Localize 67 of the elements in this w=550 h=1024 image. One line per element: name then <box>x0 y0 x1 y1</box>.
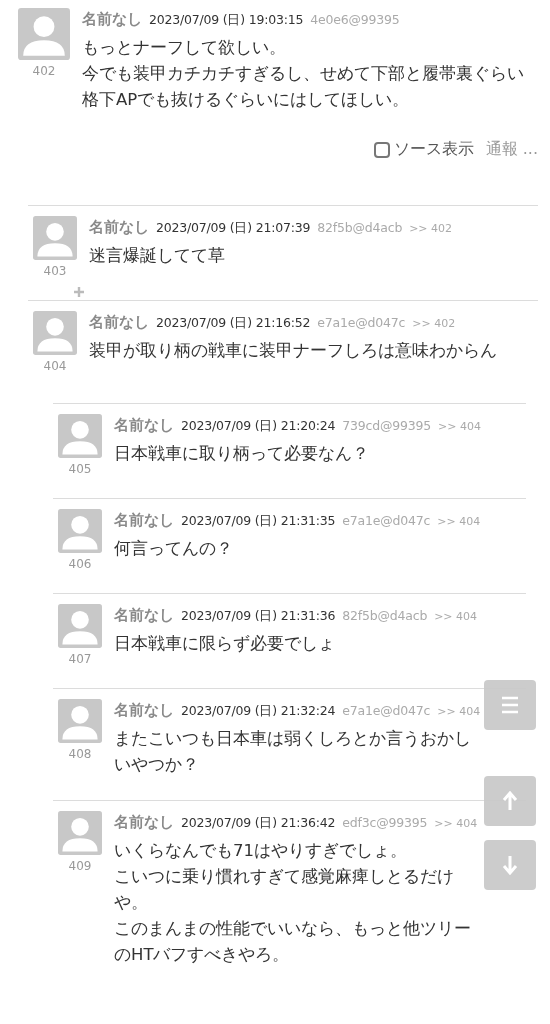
post-body: 今でも装甲カチカチすぎるし、せめて下部と履帯裏ぐらい格下APでも抜けるぐらいにはしてほしい。 <box>82 63 525 111</box>
up-arrow-icon <box>502 791 518 811</box>
post-body: 日本戦車に限らず必要でしょ <box>114 633 336 655</box>
post-body: 何言ってんの？ <box>114 538 234 560</box>
scroll-up-button[interactable] <box>484 776 536 826</box>
report-link[interactable]: 通報 ... <box>485 139 538 160</box>
user-id: 82f5b@d4acb <box>317 220 403 235</box>
user-id: 82f5b@d4acb <box>342 608 428 623</box>
reply-link[interactable]: >> 404 <box>434 817 478 830</box>
avatar-icon <box>58 699 102 743</box>
scroll-down-button[interactable] <box>484 840 536 890</box>
avatar-icon <box>33 311 77 355</box>
source-toggle[interactable]: ソース表示 <box>373 139 474 160</box>
author-name: 名前なし <box>114 701 174 720</box>
down-arrow-icon <box>502 855 518 875</box>
post-body: またこいつも日本車は弱くしろとか言うおかしいやつか？ <box>114 728 472 776</box>
author-name: 名前なし <box>114 606 174 625</box>
user-id: 4e0e6@99395 <box>310 12 400 27</box>
post-body: 日本戦車に取り柄って必要なん？ <box>114 443 370 465</box>
avatar-icon <box>58 811 102 855</box>
post-number: 404 <box>43 359 67 373</box>
avatar-icon <box>58 509 102 553</box>
reply-link[interactable]: >> 404 <box>438 420 481 433</box>
plus-icon[interactable] <box>73 286 85 298</box>
avatar-icon <box>58 414 102 458</box>
post-date: 2023/07/09 (日) 21:07:39 <box>156 220 311 237</box>
post-body: もっとナーフして欲しい。 <box>82 37 287 59</box>
author-name: 名前なし <box>114 813 174 832</box>
avatar-icon <box>18 8 70 60</box>
post-number: 407 <box>68 652 92 666</box>
author-name: 名前なし <box>89 218 149 237</box>
user-id: edf3c@99395 <box>342 815 428 830</box>
reply-link[interactable]: >> 402 <box>409 222 453 235</box>
user-id: 739cd@99395 <box>342 418 432 433</box>
post-number: 409 <box>68 859 92 873</box>
author-name: 名前なし <box>114 511 174 530</box>
post-number: 406 <box>68 557 92 571</box>
reply-link[interactable]: >> 402 <box>412 317 456 330</box>
post-date: 2023/07/09 (日) 19:03:15 <box>149 12 304 29</box>
post-date: 2023/07/09 (日) 21:36:42 <box>181 815 336 832</box>
menu-icon <box>501 696 519 714</box>
post-date: 2023/07/09 (日) 21:20:24 <box>181 418 336 435</box>
post-date: 2023/07/09 (日) 21:31:36 <box>181 608 336 625</box>
post-body: こいつに乗り慣れすぎて感覚麻痺しとるだけや。 <box>114 866 455 914</box>
post-body: 装甲が取り柄の戦車に装甲ナーフしろは意味わからん <box>89 340 498 362</box>
post-number: 402 <box>32 64 56 78</box>
post-body: いくらなんでも71はやりすぎでしょ。 <box>114 840 408 862</box>
user-id: e7a1e@d047c <box>342 703 431 718</box>
author-name: 名前なし <box>114 416 174 435</box>
post-date: 2023/07/09 (日) 21:31:35 <box>181 513 336 530</box>
post-body: このまんまの性能でいいなら、もっと他ツリーのHTバフすべきやろ。 <box>114 918 472 966</box>
author-name: 名前なし <box>82 10 142 29</box>
user-id: e7a1e@d047c <box>317 315 406 330</box>
post-body: 迷言爆誕してて草 <box>89 245 226 267</box>
post-number: 408 <box>68 747 92 761</box>
reply-link[interactable]: >> 404 <box>437 515 481 528</box>
menu-button[interactable] <box>484 680 536 730</box>
author-name: 名前なし <box>89 313 149 332</box>
user-id: e7a1e@d047c <box>342 513 431 528</box>
post-date: 2023/07/09 (日) 21:32:24 <box>181 703 336 720</box>
avatar-icon <box>33 216 77 260</box>
post-number: 403 <box>43 264 67 278</box>
avatar-icon <box>58 604 102 648</box>
post-date: 2023/07/09 (日) 21:16:52 <box>156 315 311 332</box>
reply-link[interactable]: >> 404 <box>434 610 478 623</box>
post-number: 405 <box>68 462 92 476</box>
reply-link[interactable]: >> 404 <box>437 705 481 718</box>
